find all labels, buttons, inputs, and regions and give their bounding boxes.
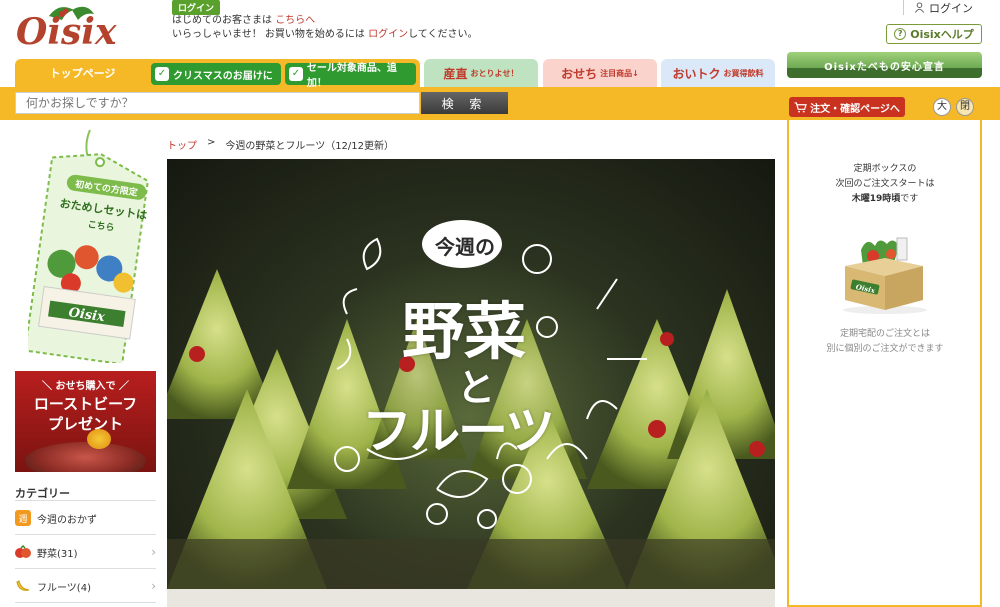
header-login-label: ログイン: [929, 1, 973, 15]
tab-osechi-label: おせち: [561, 66, 598, 81]
header-login-link[interactable]: ログイン: [903, 0, 973, 15]
tab-sanchoku-sub: おとりよせ！: [470, 68, 519, 78]
cart-icon: [794, 101, 807, 113]
food-safety-banner[interactable]: Oisixたべもの安心宣言: [787, 52, 982, 78]
next-order-line3-rest: です: [900, 194, 919, 204]
banana-icon: [15, 578, 31, 594]
category-item-label: 野菜(31): [37, 548, 78, 560]
tab-sale[interactable]: ✓ セール対象商品、追加！: [285, 63, 416, 89]
tab-sanchoku[interactable]: 産直 おとりよせ！: [424, 59, 538, 87]
tab-sale-label: セール対象商品、追加！: [306, 63, 397, 89]
tab-christmas-label: クリスマスのお届けに: [173, 70, 273, 82]
welcome-login-link[interactable]: ログイン: [368, 29, 408, 40]
search-input[interactable]: [15, 92, 420, 114]
tab-osechi[interactable]: おせち 注目商品↓: [543, 59, 657, 87]
roast-banner-line1: ＼ おせち購入で ／: [42, 381, 129, 392]
category-item-label: 今週のおかず: [37, 514, 97, 526]
user-icon: [914, 2, 925, 13]
food-safety-banner-label: Oisixたべもの安心宣言: [824, 61, 945, 73]
panel-close-button[interactable]: 閉: [956, 98, 974, 116]
first-time-notice: はじめてのお客さまは こちらへ: [172, 11, 315, 26]
help-button[interactable]: ? Oisixヘルプ: [886, 24, 982, 44]
text-size-large-button[interactable]: 大: [933, 98, 951, 116]
separate-order-note: 定期宅配のご注文とは 別に個別のご注文ができます: [800, 327, 970, 357]
weekly-badge-icon: 週: [15, 510, 31, 526]
tab-otoku-label: おいトク: [672, 66, 721, 81]
welcome-text: いらっしゃいませ！ お買い物を始めるには: [172, 29, 365, 40]
roast-beef-image: [25, 442, 146, 472]
chevron-right-icon: ›: [151, 579, 156, 593]
hero-title-line3: フルーツ: [362, 401, 555, 460]
next-order-line2: 次回のご注文スタートは: [835, 179, 935, 189]
hero-bottom-strip: [167, 589, 775, 607]
svg-text:Oisix: Oisix: [16, 11, 117, 50]
separate-order-note-line1: 定期宅配のご注文とは: [839, 329, 930, 339]
roast-banner-line3: プレゼント: [47, 415, 123, 433]
category-item-weekly[interactable]: 週 今週のおかず: [15, 501, 156, 535]
next-order-time: 木曜19時頃: [851, 194, 901, 204]
hero-title-small: 今週の: [435, 235, 495, 259]
breadcrumb-home-link[interactable]: トップ: [167, 137, 197, 152]
tab-christmas[interactable]: ✓ クリスマスのお届けに: [151, 63, 281, 85]
breadcrumb-current: 今週の野菜とフルーツ（12/12更新）: [225, 141, 395, 152]
hero-banner: 今週の 野菜 と フルーツ: [167, 159, 775, 589]
tab-sanchoku-label: 産直: [443, 66, 468, 81]
check-icon: ✓: [289, 67, 303, 81]
welcome-notice: いらっしゃいませ！ お買い物を始めるには ログインしてください。: [172, 25, 477, 40]
trial-set-banner[interactable]: 初めての方限定 おためしセットは こちら Oisix: [28, 128, 158, 363]
chevron-right-icon: ›: [151, 545, 156, 559]
category-item-label: フルーツ(4): [37, 582, 91, 594]
category-title: カテゴリー: [15, 487, 70, 500]
welcome-text-end: してください。: [408, 29, 478, 40]
question-icon: ?: [894, 28, 907, 40]
oisix-logo[interactable]: Oisix: [14, 2, 149, 50]
next-order-line1: 定期ボックスの: [853, 164, 917, 174]
roast-banner-line2: ローストビーフ: [33, 395, 138, 413]
help-label: Oisixヘルプ: [910, 28, 974, 41]
roast-beef-campaign-banner[interactable]: ＼ おせち購入で ／ ローストビーフ プレゼント: [15, 371, 156, 472]
next-order-notice: 定期ボックスの 次回のご注文スタートは 木曜19時頃です: [800, 162, 970, 207]
check-icon: ✓: [155, 67, 169, 81]
separate-order-note-line2: 別に個別のご注文ができます: [826, 344, 944, 354]
breadcrumb: トップ > 今週の野菜とフルーツ（12/12更新）: [167, 137, 394, 152]
tomato-icon: [15, 544, 31, 560]
tab-osechi-sub: 注目商品↓: [600, 68, 639, 78]
search-button[interactable]: 検 索: [421, 92, 508, 114]
order-confirm-button[interactable]: 注文・確認ページへ: [789, 97, 905, 117]
breadcrumb-separator: >: [207, 137, 216, 148]
delivery-box-illustration: Oisix: [843, 237, 927, 314]
category-item-fruits[interactable]: フルーツ(4) ›: [15, 569, 156, 603]
category-divider: [15, 602, 156, 603]
next-order-line3: 木曜19時頃です: [800, 192, 970, 207]
tab-otoku-sub: お買得飲料: [723, 68, 764, 78]
tab-otoku[interactable]: おいトク お買得飲料: [661, 59, 775, 87]
category-item-vegetables[interactable]: 野菜(31) ›: [15, 535, 156, 569]
tab-top-page[interactable]: トップページ: [15, 59, 150, 87]
order-confirm-label: 注文・確認ページへ: [810, 103, 900, 115]
egg-yolk-image: [87, 429, 111, 449]
